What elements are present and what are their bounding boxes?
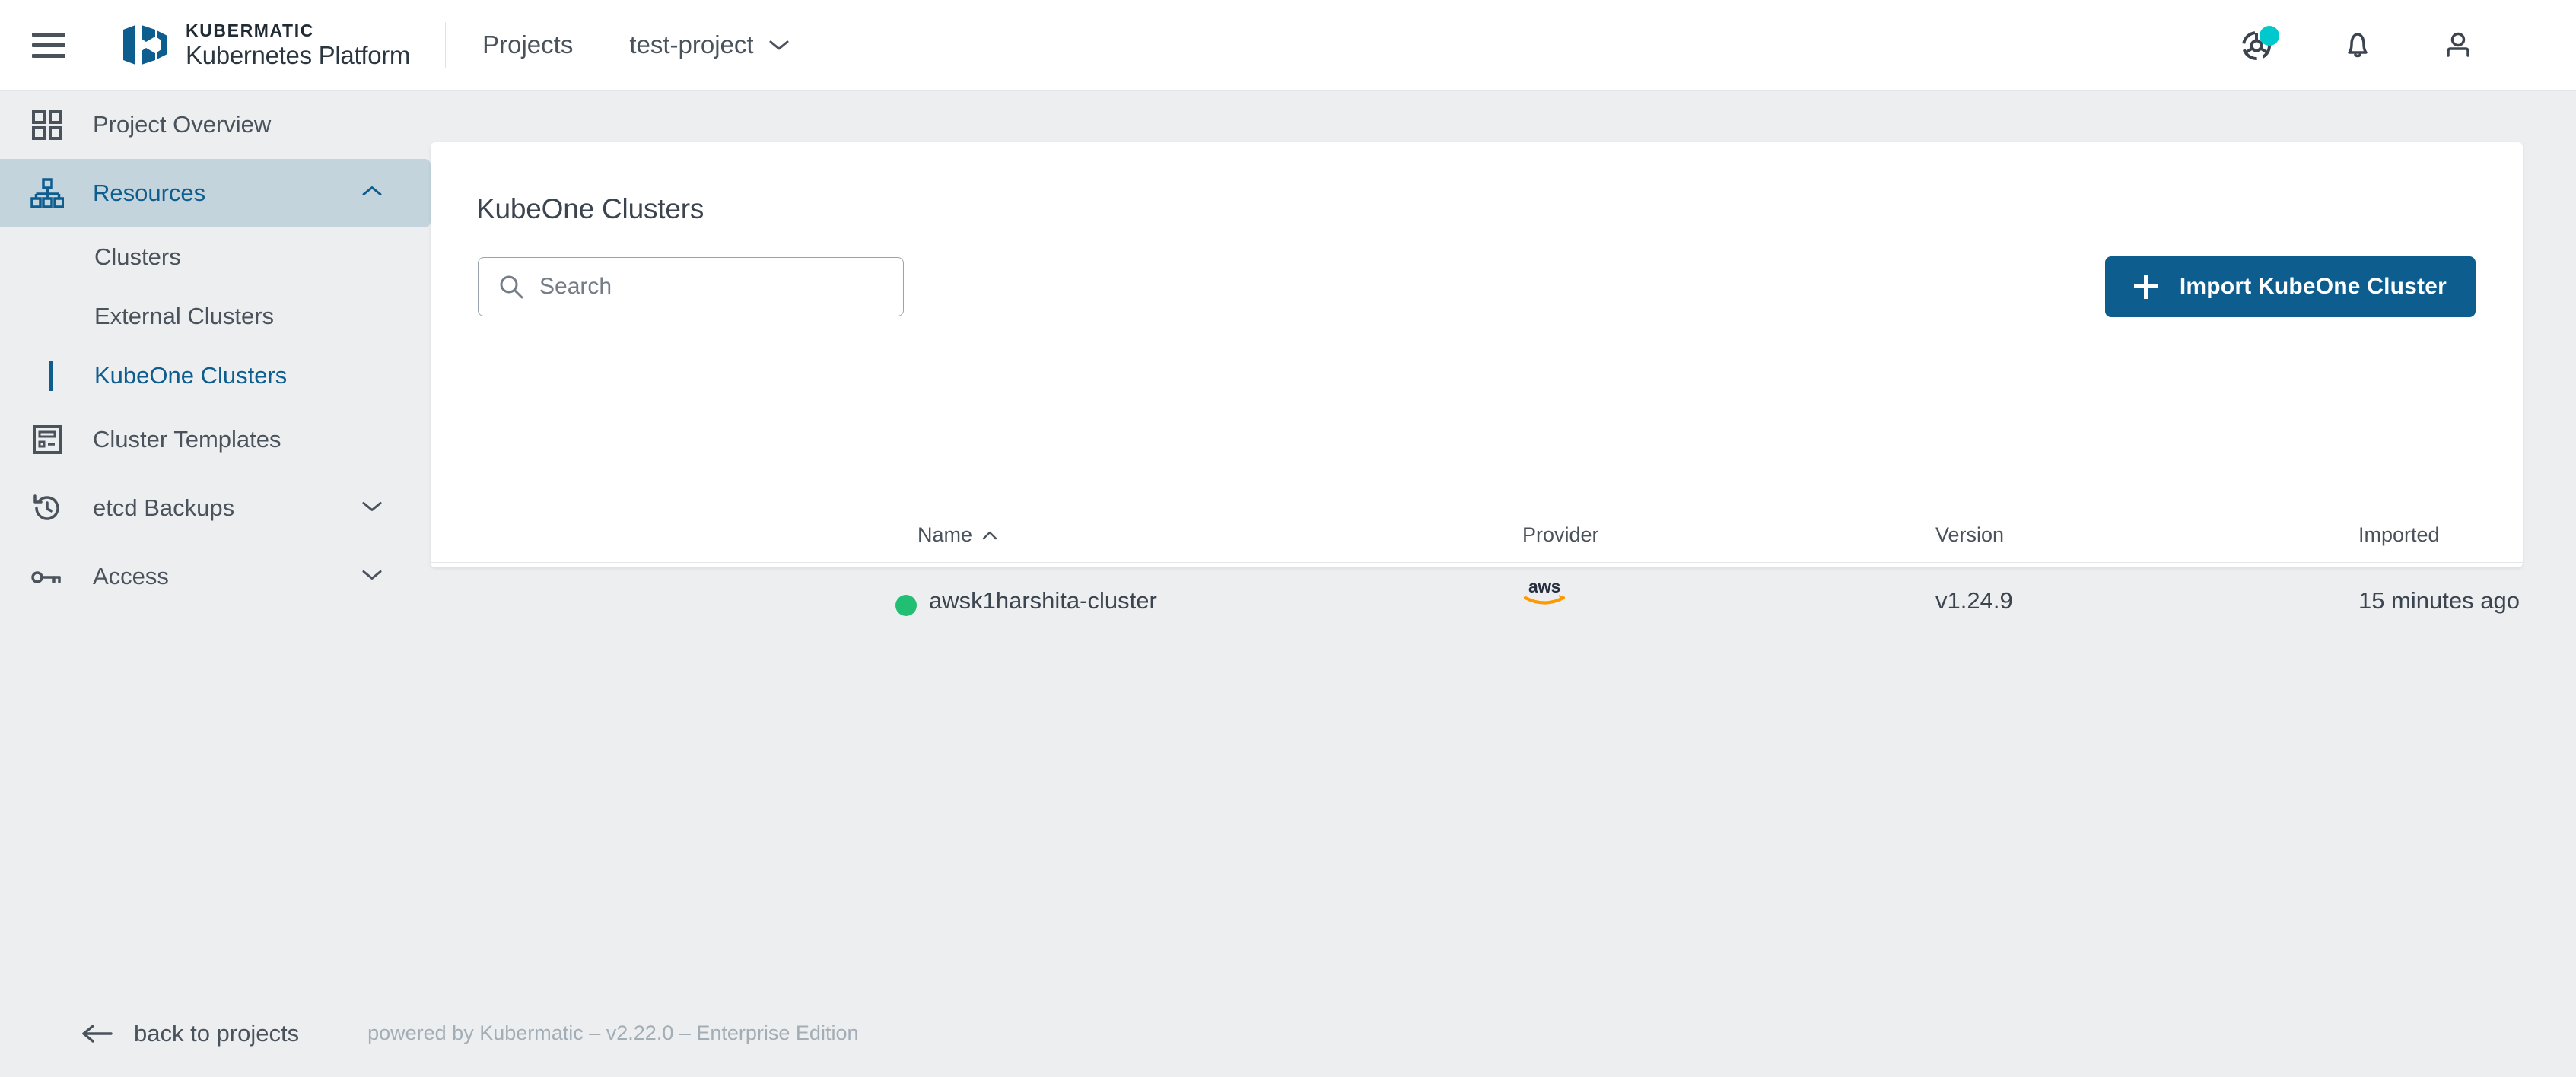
- plus-icon: [2134, 275, 2158, 299]
- column-header-version[interactable]: Version: [1935, 523, 2004, 547]
- kubermatic-logo-icon: [122, 24, 169, 66]
- sidebar-item-label: etcd Backups: [93, 494, 234, 522]
- sidebar-item-access[interactable]: Access: [0, 542, 431, 611]
- chevron-down-icon: [769, 40, 789, 50]
- help-wheel-icon[interactable]: [2240, 27, 2275, 62]
- table-header-row: Name Provider Version Imported: [431, 510, 2523, 563]
- column-header-name[interactable]: Name: [918, 523, 997, 547]
- powered-by-text: powered by Kubermatic – v2.22.0 – Enterp…: [367, 1021, 858, 1045]
- sidebar-subitem-label: External Clusters: [94, 303, 274, 330]
- status-badge: [895, 595, 917, 616]
- kubeone-clusters-card: KubeOne Clusters Import KubeOne Cluster …: [431, 142, 2523, 567]
- column-header-provider[interactable]: Provider: [1522, 523, 1599, 547]
- sidebar-item-label: Resources: [93, 180, 205, 207]
- back-to-projects-label: back to projects: [134, 1020, 299, 1047]
- search-icon: [498, 274, 524, 300]
- key-icon: [26, 561, 68, 592]
- sidebar-subitem-label: KubeOne Clusters: [94, 362, 287, 389]
- sidebar-item-resources[interactable]: Resources: [0, 159, 431, 227]
- notifications-bell-icon[interactable]: [2340, 27, 2375, 62]
- cell-provider: aws: [1521, 576, 1568, 612]
- hamburger-icon[interactable]: [32, 27, 67, 62]
- arrow-left-icon: [81, 1023, 114, 1044]
- user-account-icon[interactable]: [2441, 27, 2476, 62]
- nav-projects-link[interactable]: Projects: [482, 30, 573, 59]
- search-input[interactable]: [539, 274, 903, 300]
- sidebar-item-cluster-templates[interactable]: Cluster Templates: [0, 405, 431, 474]
- project-selector[interactable]: test-project: [629, 30, 788, 59]
- brand-line-2: Kubernetes Platform: [186, 43, 410, 68]
- sidebar-item-label: Project Overview: [93, 111, 271, 138]
- search-box[interactable]: [478, 257, 904, 316]
- svg-text:aws: aws: [1528, 577, 1560, 596]
- chevron-down-icon[interactable]: [362, 570, 382, 584]
- sitemap-icon: [26, 178, 68, 208]
- cell-cluster-name: awsk1harshita-cluster: [929, 587, 1157, 615]
- history-clock-icon: [26, 493, 68, 523]
- column-header-label: Name: [918, 523, 972, 547]
- sidebar-subitem-label: Clusters: [94, 243, 181, 271]
- back-to-projects-link[interactable]: back to projects: [81, 1020, 299, 1047]
- cell-imported: 15 minutes ago: [2358, 587, 2520, 615]
- sidebar-item-label: Cluster Templates: [93, 426, 281, 453]
- sidebar-subitem-clusters[interactable]: Clusters: [0, 227, 431, 287]
- aws-logo-icon: aws: [1521, 576, 1568, 606]
- topbar-icon-group: [2240, 27, 2476, 62]
- cell-version: v1.24.9: [1935, 587, 2013, 615]
- app-root: KUBERMATIC Kubernetes Platform Projects …: [0, 0, 2576, 1077]
- sidebar-subitem-kubeone-clusters[interactable]: KubeOne Clusters: [0, 346, 431, 405]
- sort-ascending-icon: [982, 531, 997, 540]
- sidebar-item-label: Access: [93, 563, 169, 590]
- template-icon: [26, 424, 68, 455]
- table-row[interactable]: awsk1harshita-cluster aws v1.24.9 15 min…: [431, 564, 2523, 643]
- project-selector-label: test-project: [629, 30, 753, 59]
- sidebar-subitem-external-clusters[interactable]: External Clusters: [0, 287, 431, 346]
- sidebar: Project Overview Resources: [0, 91, 431, 1077]
- brand-logo-area[interactable]: KUBERMATIC Kubernetes Platform: [122, 22, 410, 68]
- help-badge-dot: [2260, 26, 2279, 46]
- sidebar-item-etcd-backups[interactable]: etcd Backups: [0, 474, 431, 542]
- import-kubeone-cluster-button[interactable]: Import KubeOne Cluster: [2105, 256, 2476, 317]
- page-title: KubeOne Clusters: [476, 193, 704, 225]
- import-button-label: Import KubeOne Cluster: [2180, 274, 2447, 300]
- sidebar-item-project-overview[interactable]: Project Overview: [0, 91, 431, 159]
- column-header-imported[interactable]: Imported: [2358, 523, 2440, 547]
- chevron-up-icon[interactable]: [362, 186, 382, 201]
- top-bar: KUBERMATIC Kubernetes Platform Projects …: [0, 0, 2576, 91]
- footer: back to projects powered by Kubermatic –…: [0, 990, 2576, 1077]
- brand-line-1: KUBERMATIC: [186, 22, 410, 40]
- grid-icon: [26, 110, 68, 140]
- chevron-down-icon[interactable]: [362, 501, 382, 516]
- brand-text: KUBERMATIC Kubernetes Platform: [186, 22, 410, 68]
- top-divider: [445, 22, 446, 68]
